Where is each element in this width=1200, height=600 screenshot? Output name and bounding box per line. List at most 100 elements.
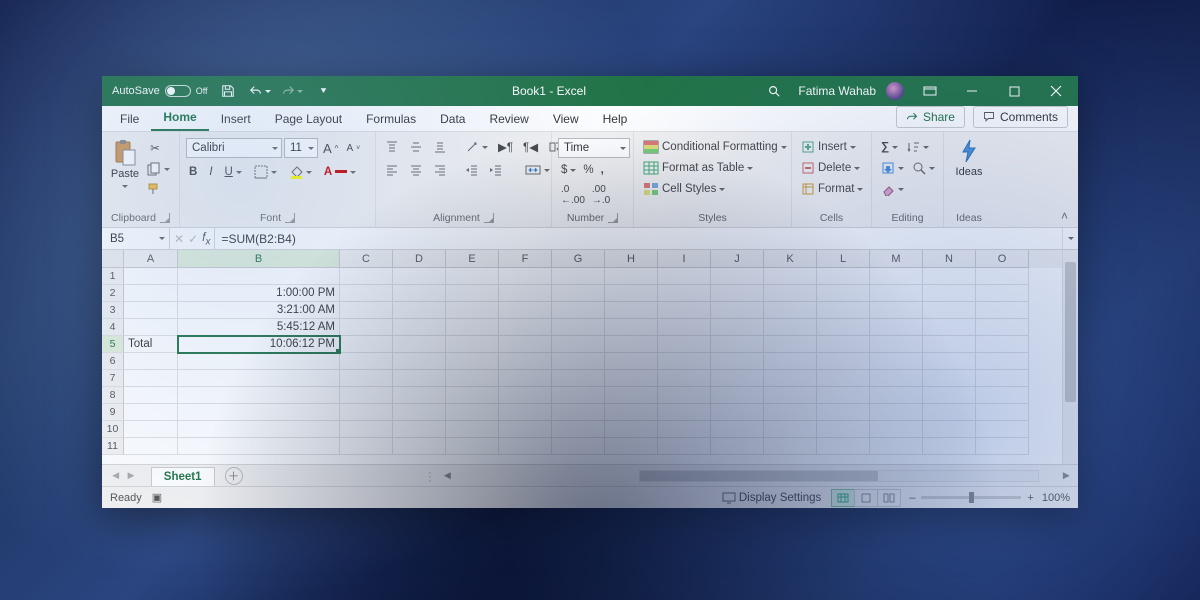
- cell-I7[interactable]: [658, 370, 711, 387]
- cell-L7[interactable]: [817, 370, 870, 387]
- cell-B6[interactable]: [178, 353, 340, 370]
- cell-H6[interactable]: [605, 353, 658, 370]
- user-avatar[interactable]: [886, 82, 904, 100]
- cells-grid[interactable]: ABCDEFGHIJKLMNO121:00:00 PM33:21:00 AM45…: [102, 250, 1062, 464]
- cell-C1[interactable]: [340, 268, 393, 285]
- row-header-11[interactable]: 11: [102, 438, 124, 455]
- cell-A7[interactable]: [124, 370, 178, 387]
- row-header-3[interactable]: 3: [102, 302, 124, 319]
- comments-button[interactable]: Comments: [973, 106, 1068, 128]
- clear-button[interactable]: [878, 180, 907, 198]
- cell-H10[interactable]: [605, 421, 658, 438]
- col-header-O[interactable]: O: [976, 250, 1029, 268]
- cell-M5[interactable]: [870, 336, 923, 353]
- cell-D4[interactable]: [393, 319, 446, 336]
- paste-button[interactable]: Paste: [108, 136, 142, 191]
- cell-O5[interactable]: [976, 336, 1029, 353]
- cell-K10[interactable]: [764, 421, 817, 438]
- cell-L1[interactable]: [817, 268, 870, 285]
- cell-A10[interactable]: [124, 421, 178, 438]
- tab-view[interactable]: View: [541, 106, 591, 131]
- cell-N4[interactable]: [923, 319, 976, 336]
- cell-L10[interactable]: [817, 421, 870, 438]
- font-launcher[interactable]: [285, 213, 295, 223]
- page-break-view-button[interactable]: [877, 489, 901, 507]
- cell-A6[interactable]: [124, 353, 178, 370]
- delete-cells-button[interactable]: Delete: [798, 159, 863, 177]
- cell-B2[interactable]: 1:00:00 PM: [178, 285, 340, 302]
- row-header-7[interactable]: 7: [102, 370, 124, 387]
- cell-B11[interactable]: [178, 438, 340, 455]
- col-header-H[interactable]: H: [605, 250, 658, 268]
- cell-O6[interactable]: [976, 353, 1029, 370]
- cell-G5[interactable]: [552, 336, 605, 353]
- fx-button[interactable]: fx: [202, 230, 210, 247]
- cell-K5[interactable]: [764, 336, 817, 353]
- cell-I2[interactable]: [658, 285, 711, 302]
- minimize-button[interactable]: [952, 76, 992, 106]
- cell-F5[interactable]: [499, 336, 552, 353]
- cell-E10[interactable]: [446, 421, 499, 438]
- row-header-10[interactable]: 10: [102, 421, 124, 438]
- cell-H2[interactable]: [605, 285, 658, 302]
- cell-M1[interactable]: [870, 268, 923, 285]
- cell-I6[interactable]: [658, 353, 711, 370]
- row-header-8[interactable]: 8: [102, 387, 124, 404]
- cell-C5[interactable]: [340, 336, 393, 353]
- cell-E4[interactable]: [446, 319, 499, 336]
- cell-B8[interactable]: [178, 387, 340, 404]
- cell-K11[interactable]: [764, 438, 817, 455]
- cell-N1[interactable]: [923, 268, 976, 285]
- format-painter-button[interactable]: [144, 180, 173, 198]
- insert-cells-button[interactable]: Insert: [798, 138, 859, 156]
- tab-insert[interactable]: Insert: [209, 106, 263, 131]
- cell-D3[interactable]: [393, 302, 446, 319]
- col-header-B[interactable]: B: [178, 250, 340, 268]
- number-launcher[interactable]: [608, 213, 618, 223]
- decrease-indent-button[interactable]: [462, 161, 482, 179]
- cell-B3[interactable]: 3:21:00 AM: [178, 302, 340, 319]
- cell-A3[interactable]: [124, 302, 178, 319]
- cell-H11[interactable]: [605, 438, 658, 455]
- cell-F3[interactable]: [499, 302, 552, 319]
- row-header-9[interactable]: 9: [102, 404, 124, 421]
- cell-K8[interactable]: [764, 387, 817, 404]
- display-settings-button[interactable]: Display Settings: [719, 490, 824, 506]
- cell-L9[interactable]: [817, 404, 870, 421]
- cell-O8[interactable]: [976, 387, 1029, 404]
- enter-formula-button[interactable]: ✓: [188, 232, 198, 246]
- decrease-decimal-button[interactable]: .00→.0: [589, 182, 613, 208]
- cell-E7[interactable]: [446, 370, 499, 387]
- cell-K1[interactable]: [764, 268, 817, 285]
- cell-N11[interactable]: [923, 438, 976, 455]
- cell-M11[interactable]: [870, 438, 923, 455]
- cancel-formula-button[interactable]: ✕: [174, 232, 184, 246]
- cut-button[interactable]: ✂: [144, 138, 173, 158]
- cell-I1[interactable]: [658, 268, 711, 285]
- cell-H5[interactable]: [605, 336, 658, 353]
- cell-J2[interactable]: [711, 285, 764, 302]
- tab-formulas[interactable]: Formulas: [354, 106, 428, 131]
- cell-A2[interactable]: [124, 285, 178, 302]
- cell-B5[interactable]: 10:06:12 PM: [178, 336, 340, 353]
- row-header-1[interactable]: 1: [102, 268, 124, 285]
- cell-J5[interactable]: [711, 336, 764, 353]
- cell-G2[interactable]: [552, 285, 605, 302]
- cell-J11[interactable]: [711, 438, 764, 455]
- cell-A4[interactable]: [124, 319, 178, 336]
- cell-J8[interactable]: [711, 387, 764, 404]
- font-name-combo[interactable]: Calibri: [186, 138, 282, 158]
- col-header-N[interactable]: N: [923, 250, 976, 268]
- cell-E5[interactable]: [446, 336, 499, 353]
- cell-B1[interactable]: [178, 268, 340, 285]
- cell-G4[interactable]: [552, 319, 605, 336]
- ltr-text-button[interactable]: ¶◀: [520, 138, 541, 156]
- font-color-button[interactable]: A: [321, 164, 359, 180]
- cell-K7[interactable]: [764, 370, 817, 387]
- cell-C4[interactable]: [340, 319, 393, 336]
- cell-K3[interactable]: [764, 302, 817, 319]
- cell-L6[interactable]: [817, 353, 870, 370]
- number-format-combo[interactable]: Time: [558, 138, 630, 158]
- zoom-out-button[interactable]: –: [909, 492, 915, 504]
- tab-data[interactable]: Data: [428, 106, 477, 131]
